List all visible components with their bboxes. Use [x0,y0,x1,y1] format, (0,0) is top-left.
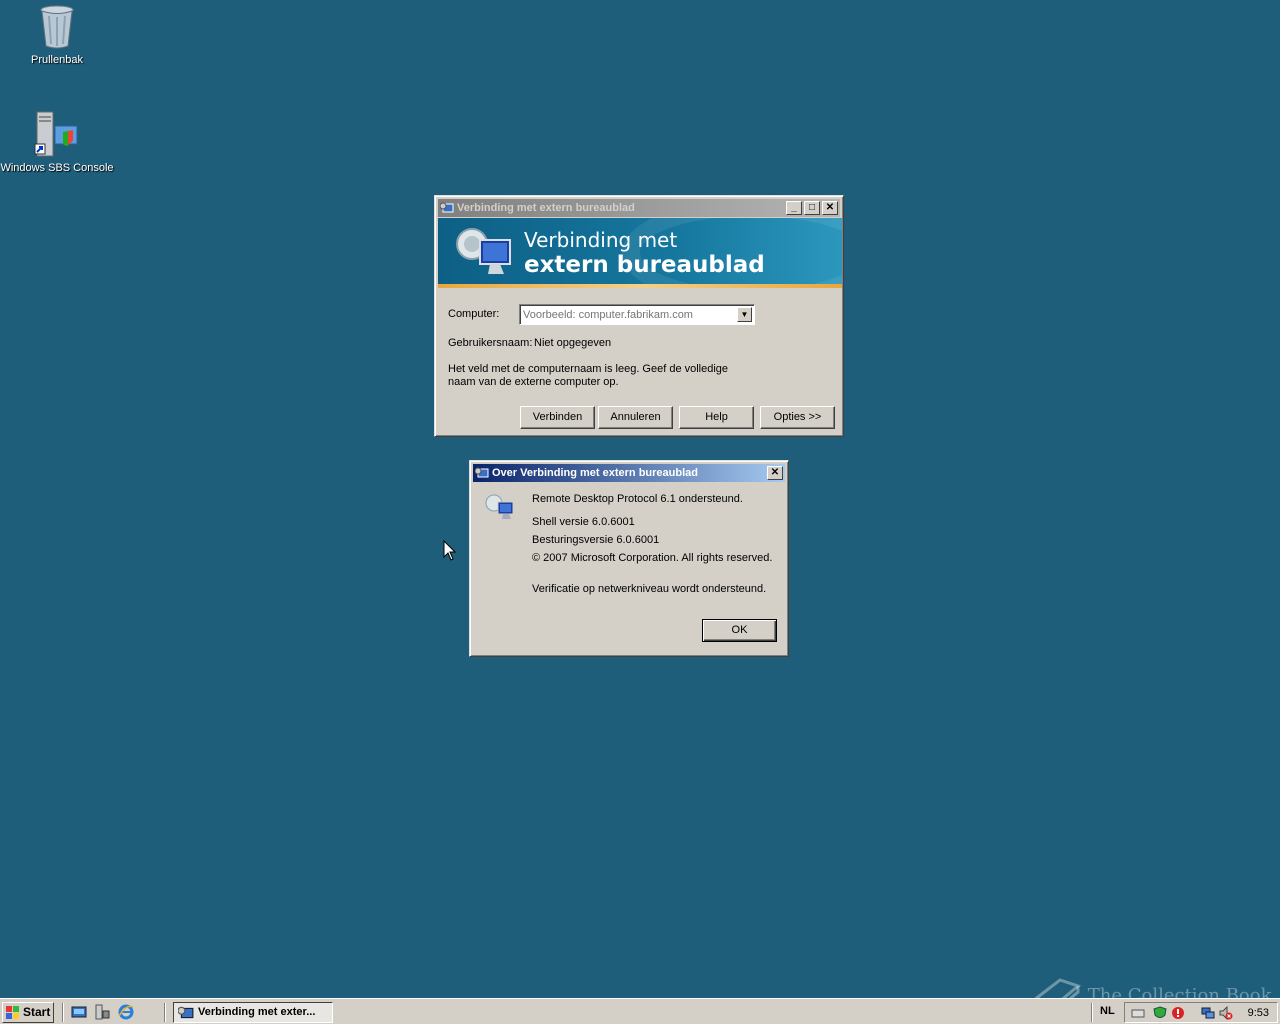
internet-explorer-icon[interactable] [118,1004,134,1020]
username-label: Gebruikersnaam: [448,337,533,349]
close-button[interactable]: ✕ [767,466,783,480]
taskbar-separator [62,1003,64,1022]
about-line4: © 2007 Microsoft Corporation. All rights… [532,552,773,564]
network-icon[interactable] [1201,1006,1215,1020]
taskbar-separator [1091,1003,1093,1022]
recycle-bin-shortcut[interactable]: Prullenbak [0,2,114,66]
about-line1: Remote Desktop Protocol 6.1 ondersteund. [532,493,743,505]
minimize-button[interactable]: _ [786,201,802,215]
remote-desktop-icon [485,494,514,519]
banner-title-line2: extern bureaublad [524,252,765,278]
computer-label: Computer: [448,308,500,320]
rdp-app-icon [178,1006,194,1019]
close-button[interactable]: ✕ [822,201,838,215]
remote-desktop-icon [456,228,511,274]
ok-button[interactable]: OK [702,619,777,642]
cancel-button[interactable]: Annuleren [598,406,673,429]
keyboard-icon[interactable] [1131,1006,1145,1020]
help-button[interactable]: Help [679,406,754,429]
server-manager-icon[interactable] [94,1004,110,1020]
about-dialog: Over Verbinding met extern bureaublad ✕ … [469,460,789,657]
show-desktop-icon[interactable] [71,1004,87,1020]
banner-title-line1: Verbinding met [524,228,678,252]
rdp-app-icon [440,202,454,213]
connect-button[interactable]: Verbinden [520,406,595,429]
taskbar-separator [164,1003,166,1022]
options-button[interactable]: Opties >> [760,406,835,429]
taskbar-rdp-button[interactable]: Verbinding met exter... [173,1002,333,1023]
about-line5: Verificatie op netwerkniveau wordt onder… [532,583,767,595]
security-shield-icon[interactable] [1153,1006,1167,1020]
taskbar: Start Verbinding met exter... NL 9:53 [0,998,1280,1024]
alert-icon[interactable] [1171,1006,1185,1020]
recycle-bin-icon [33,2,81,50]
about-line3: Besturingsversie 6.0.6001 [532,534,660,546]
mouse-cursor-icon [443,540,457,561]
sbs-console-icon [33,110,81,158]
sbs-console-label: Windows SBS Console [0,162,114,174]
rdp-title: Verbinding met extern bureaublad [457,202,635,214]
start-button[interactable]: Start [2,1002,54,1023]
rdp-titlebar[interactable]: Verbinding met extern bureaublad _ □ ✕ [438,199,840,217]
about-titlebar[interactable]: Over Verbinding met extern bureaublad ✕ [473,464,785,482]
message-line2: naam van de externe computer op. [448,376,619,388]
computer-input[interactable] [522,307,734,322]
rdp-app-icon [475,467,489,478]
windows-logo-icon [6,1006,19,1019]
rdp-banner: Verbinding met extern bureaublad [438,218,842,288]
recycle-bin-label: Prullenbak [31,54,83,66]
taskbar-rdp-label: Verbinding met exter... [198,1006,316,1018]
rdp-window: Verbinding met extern bureaublad _ □ ✕ V… [434,195,844,437]
system-tray: 9:53 [1124,1002,1278,1023]
volume-muted-icon[interactable] [1219,1006,1233,1020]
about-line2: Shell versie 6.0.6001 [532,516,635,528]
computer-combobox[interactable]: ▼ [519,304,755,325]
language-indicator[interactable]: NL [1100,1005,1115,1017]
sbs-console-shortcut[interactable]: Windows SBS Console [0,110,114,174]
about-title: Over Verbinding met extern bureaublad [492,467,698,479]
clock[interactable]: 9:53 [1248,1007,1269,1019]
chevron-down-icon[interactable]: ▼ [737,307,752,322]
message-line1: Het veld met de computernaam is leeg. Ge… [448,363,729,375]
maximize-button[interactable]: □ [804,201,820,215]
start-label: Start [23,1005,51,1019]
username-value: Niet opgegeven [534,337,612,349]
